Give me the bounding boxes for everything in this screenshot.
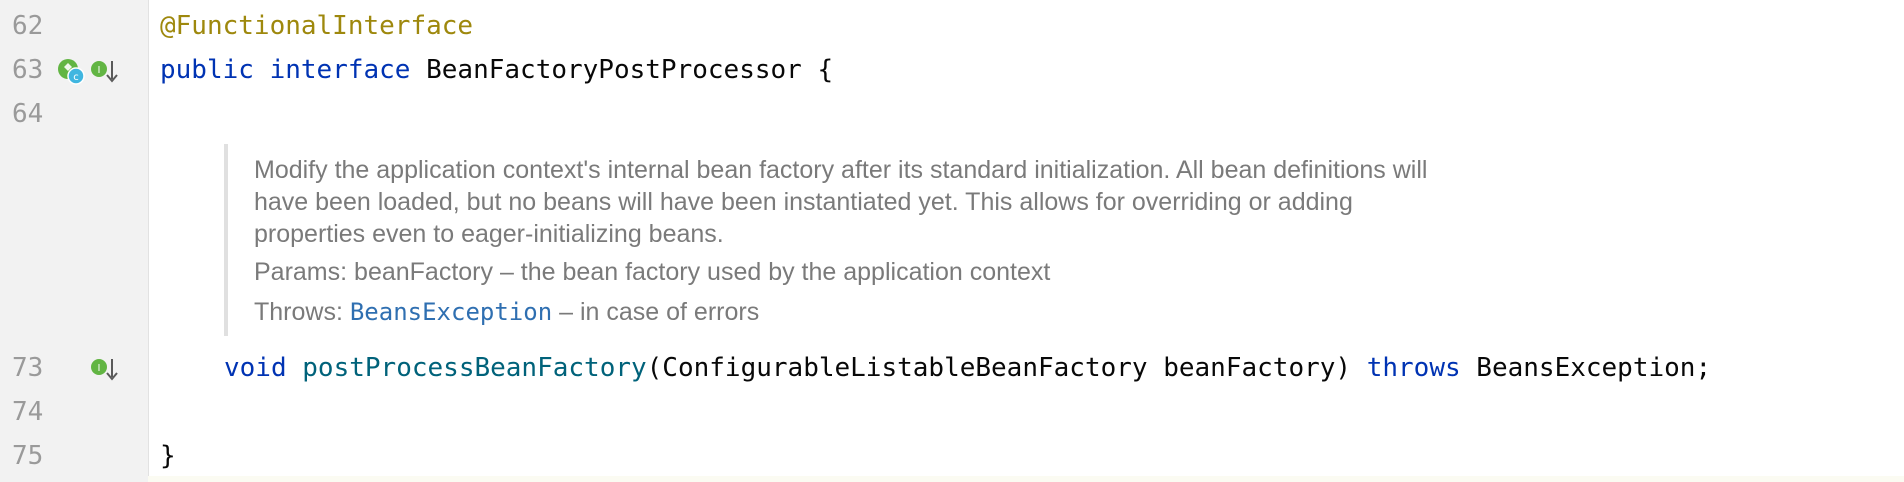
svg-text:I: I: [98, 65, 101, 76]
implemented-by-class-icon[interactable]: c: [56, 58, 86, 86]
open-brace: {: [817, 55, 834, 85]
svg-text:I: I: [98, 363, 101, 374]
rendered-javadoc[interactable]: Modify the application context's interna…: [224, 144, 1468, 336]
line-number-64: 64: [12, 99, 44, 129]
doc-params-row: Params: beanFactory – the bean factory u…: [254, 256, 1050, 288]
line-number-73: 73: [12, 353, 44, 383]
line-number-63: 63: [12, 55, 44, 85]
keyword-interface: interface: [269, 55, 411, 85]
keyword-throws: throws: [1366, 353, 1461, 383]
interface-name: BeanFactoryPostProcessor: [426, 55, 802, 85]
exception-type: BeansException;: [1476, 353, 1712, 383]
doc-throws-label: Throws:: [254, 298, 343, 326]
keyword-void: void: [224, 353, 287, 383]
caret-row-highlight: [148, 476, 1904, 482]
line-number-75: 75: [12, 441, 44, 471]
line-number-62: 62: [12, 11, 44, 41]
svg-text:c: c: [73, 72, 79, 83]
doc-throws-link[interactable]: BeansException: [350, 298, 552, 326]
code-line-73: void postProcessBeanFactory(Configurable…: [224, 350, 1711, 386]
line-number-74: 74: [12, 397, 44, 427]
method-params: (ConfigurableListableBeanFactory beanFac…: [646, 353, 1352, 383]
code-line-63: public interface BeanFactoryPostProcesso…: [160, 52, 833, 88]
method-name: postProcessBeanFactory: [302, 353, 647, 383]
method-implemented-icon[interactable]: I: [90, 356, 120, 384]
doc-description: Modify the application context's interna…: [254, 156, 1428, 248]
doc-throws-row: Throws: BeansException – in case of erro…: [254, 296, 759, 328]
doc-params-label: Params:: [254, 258, 348, 286]
keyword-public: public: [160, 55, 254, 85]
line-gutter: 62 63 64 73 74 75 c I I: [0, 0, 149, 482]
doc-params-text: beanFactory – the bean factory used by t…: [354, 258, 1051, 286]
code-line-75: }: [160, 441, 176, 471]
doc-throws-text: – in case of errors: [559, 298, 760, 326]
interface-down-arrow-icon[interactable]: I: [90, 58, 120, 86]
code-editor[interactable]: 62 63 64 73 74 75 c I I @FunctionalInter…: [0, 0, 1904, 482]
code-line-62: @FunctionalInterface: [160, 11, 474, 41]
